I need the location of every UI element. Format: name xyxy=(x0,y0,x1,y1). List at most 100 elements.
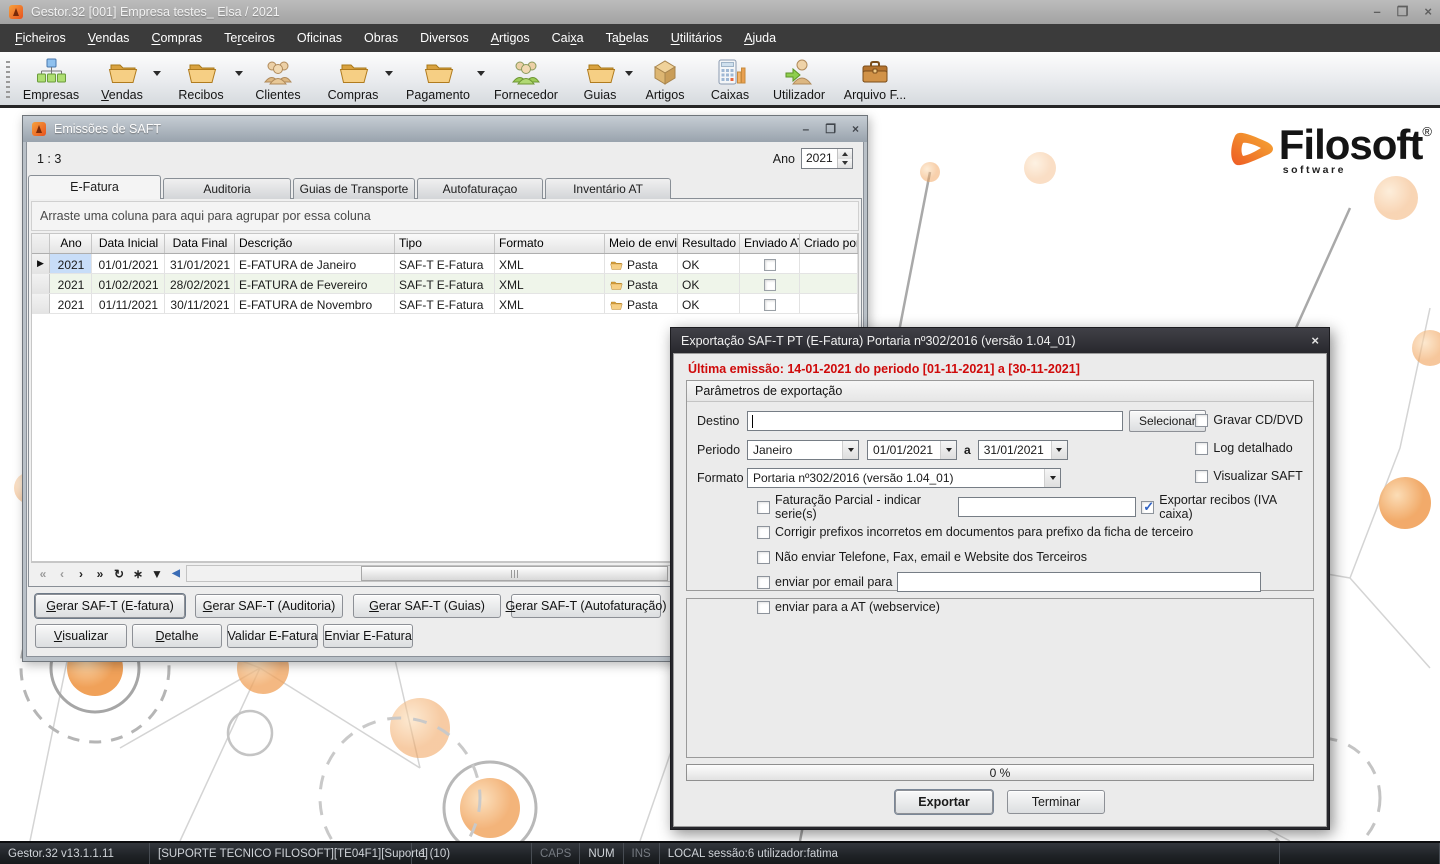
enviado-at-checkbox[interactable] xyxy=(764,259,776,271)
menu-obras[interactable]: Obras xyxy=(353,24,409,52)
insert-record-button[interactable]: ∗ xyxy=(129,567,147,581)
menu-artigos[interactable]: Artigos xyxy=(480,24,541,52)
toolbar-vendas-button[interactable]: Vendas xyxy=(84,55,160,105)
toolbar-arquivo-button[interactable]: Arquivo F... xyxy=(836,55,914,105)
last-record-button[interactable]: » xyxy=(91,567,109,581)
scroll-left-icon[interactable]: ◀ xyxy=(167,568,185,579)
maximize-icon[interactable]: ❐ xyxy=(825,119,836,139)
column-header-tipo[interactable]: Tipo xyxy=(395,234,495,253)
chevron-down-icon[interactable] xyxy=(842,441,858,459)
tab-autofaturacao[interactable]: Autofaturaçao xyxy=(417,178,543,199)
chevron-down-icon[interactable] xyxy=(1044,469,1060,487)
enviado-at-checkbox[interactable] xyxy=(764,299,776,311)
menu-caixa[interactable]: Caixa xyxy=(541,24,595,52)
chevron-down-icon[interactable] xyxy=(1051,441,1067,459)
destino-input[interactable] xyxy=(747,411,1123,431)
exportar-recibos-checkbox[interactable] xyxy=(1141,501,1154,514)
restore-icon[interactable]: ❐ xyxy=(1397,2,1409,22)
periodo-month-combobox[interactable]: Janeiro xyxy=(747,440,859,460)
corrigir-prefixos-checkbox[interactable] xyxy=(757,526,770,539)
exportar-button[interactable]: Exportar xyxy=(895,790,993,814)
column-header-ano[interactable]: Ano xyxy=(50,234,92,253)
chevron-down-icon[interactable] xyxy=(940,441,956,459)
toolbar-compras-button[interactable]: Compras xyxy=(314,55,392,105)
gerar-saft-efatura-button[interactable]: Gerar SAF-T (E-fatura) xyxy=(35,594,185,618)
column-header-formato[interactable]: Formato xyxy=(495,234,605,253)
column-header-data-inicial[interactable]: Data Inicial xyxy=(92,234,165,253)
toolbar-utilizador-button[interactable]: Utilizador xyxy=(762,55,836,105)
column-header-descricao[interactable]: Descrição xyxy=(235,234,395,253)
column-header-resultado[interactable]: Resultado xyxy=(678,234,740,253)
close-icon[interactable]: × xyxy=(1424,2,1432,22)
main-titlebar[interactable]: Gestor.32 [001] Empresa testes_ Elsa / 2… xyxy=(0,0,1440,24)
dialog-titlebar[interactable]: Exportação SAF-T PT (E-Fatura) Portaria … xyxy=(671,328,1329,353)
menu-oficinas[interactable]: Oficinas xyxy=(286,24,353,52)
column-header-criado-por[interactable]: Criado por xyxy=(800,234,858,253)
spinner-up-icon[interactable] xyxy=(838,149,852,159)
toolbar-caixas-button[interactable]: Caixas xyxy=(698,55,762,105)
close-icon[interactable]: × xyxy=(852,119,859,139)
menu-tabelas[interactable]: Tabelas xyxy=(595,24,660,52)
tab-auditoria[interactable]: Auditoria xyxy=(163,178,291,199)
toolbar-guias-button[interactable]: Guias xyxy=(568,55,632,105)
table-row[interactable]: ▶ 2021 01/01/2021 31/01/2021 E-FATURA de… xyxy=(32,254,858,274)
scrollbar-thumb[interactable] xyxy=(361,566,668,581)
periodo-to-datepicker[interactable]: 31/01/2021 xyxy=(978,440,1068,460)
series-input[interactable] xyxy=(958,497,1136,517)
enviado-at-checkbox[interactable] xyxy=(764,279,776,291)
enviar-at-webservice-checkbox[interactable] xyxy=(757,601,770,614)
next-record-button[interactable]: › xyxy=(72,567,90,581)
gerar-saft-guias-button[interactable]: Gerar SAF-T (Guias) xyxy=(353,594,501,618)
close-icon[interactable]: × xyxy=(1311,333,1319,348)
terminar-button[interactable]: Terminar xyxy=(1007,790,1105,814)
menu-terceiros[interactable]: Terceiros xyxy=(213,24,286,52)
email-input[interactable] xyxy=(897,572,1261,592)
nao-enviar-contactos-checkbox[interactable] xyxy=(757,551,770,564)
validar-e-fatura-button[interactable]: Validar E-Fatura xyxy=(227,624,318,648)
gerar-saft-autofaturacao-button[interactable]: Gerar SAF-T (Autofaturação) xyxy=(511,594,661,618)
minimize-icon[interactable]: – xyxy=(1374,2,1381,22)
selecionar-button[interactable]: Selecionar xyxy=(1129,410,1206,432)
spinner-down-icon[interactable] xyxy=(838,159,852,169)
saft-window-titlebar[interactable]: Emissões de SAFT – ❐ × xyxy=(23,116,867,142)
enviar-email-checkbox[interactable] xyxy=(757,576,770,589)
gerar-saft-auditoria-button[interactable]: Gerar SAF-T (Auditoria) xyxy=(195,594,343,618)
refresh-button[interactable]: ↻ xyxy=(110,567,128,581)
formato-combobox[interactable]: Portaria nº302/2016 (versão 1.04_01) xyxy=(747,468,1061,488)
log-detalhado-checkbox[interactable] xyxy=(1195,442,1208,455)
column-header-data-final[interactable]: Data Final xyxy=(165,234,235,253)
column-header-enviado-at[interactable]: Enviado AT xyxy=(740,234,800,253)
toolbar-pagamento-button[interactable]: Pagamento xyxy=(392,55,484,105)
previous-record-button[interactable]: ‹ xyxy=(53,567,71,581)
filter-button[interactable]: ▼ xyxy=(148,567,166,581)
toolbar-clientes-button[interactable]: Clientes xyxy=(242,55,314,105)
faturacao-parcial-checkbox[interactable] xyxy=(757,501,770,514)
toolbar-empresas-button[interactable]: Empresas xyxy=(18,55,84,105)
menu-ajuda[interactable]: Ajuda xyxy=(733,24,787,52)
group-by-drop-zone[interactable]: Arraste uma coluna para aqui para agrupa… xyxy=(31,201,859,231)
column-header-meio-de-envio[interactable]: Meio de envio xyxy=(605,234,678,253)
menu-vendas[interactable]: Vendas xyxy=(77,24,141,52)
menu-ficheiros[interactable]: Ficheiros xyxy=(4,24,77,52)
toolbar-artigos-button[interactable]: Artigos xyxy=(632,55,698,105)
menu-diversos[interactable]: Diversos xyxy=(409,24,480,52)
table-row[interactable]: 2021 01/02/2021 28/02/2021 E-FATURA de F… xyxy=(32,274,858,294)
enviar-e-fatura-button[interactable]: Enviar E-Fatura xyxy=(323,624,413,648)
gravar-cd-dvd-checkbox[interactable] xyxy=(1195,414,1208,427)
toolbar-recibos-button[interactable]: Recibos xyxy=(160,55,242,105)
detalhe-button[interactable]: Detalhe xyxy=(132,624,222,648)
periodo-from-datepicker[interactable]: 01/01/2021 xyxy=(867,440,957,460)
visualizar-saft-checkbox[interactable] xyxy=(1195,470,1208,483)
first-record-button[interactable]: « xyxy=(34,567,52,581)
menu-compras[interactable]: Compras xyxy=(140,24,213,52)
table-row[interactable]: 2021 01/11/2021 30/11/2021 E-FATURA de N… xyxy=(32,294,858,314)
toolbar-fornecedor-button[interactable]: Fornecedor xyxy=(484,55,568,105)
tab-inventario-at[interactable]: Inventário AT xyxy=(545,178,671,199)
menu-utilitarios[interactable]: Utilitários xyxy=(660,24,733,52)
minimize-icon[interactable]: – xyxy=(803,119,810,139)
tab-e-fatura[interactable]: E-Fatura xyxy=(28,175,161,199)
visualizar-button[interactable]: Visualizar xyxy=(35,624,127,648)
toolbar-grip[interactable] xyxy=(6,61,10,101)
year-spinner[interactable]: 2021 xyxy=(801,148,853,169)
tab-guias-de-transporte[interactable]: Guias de Transporte xyxy=(293,178,415,199)
